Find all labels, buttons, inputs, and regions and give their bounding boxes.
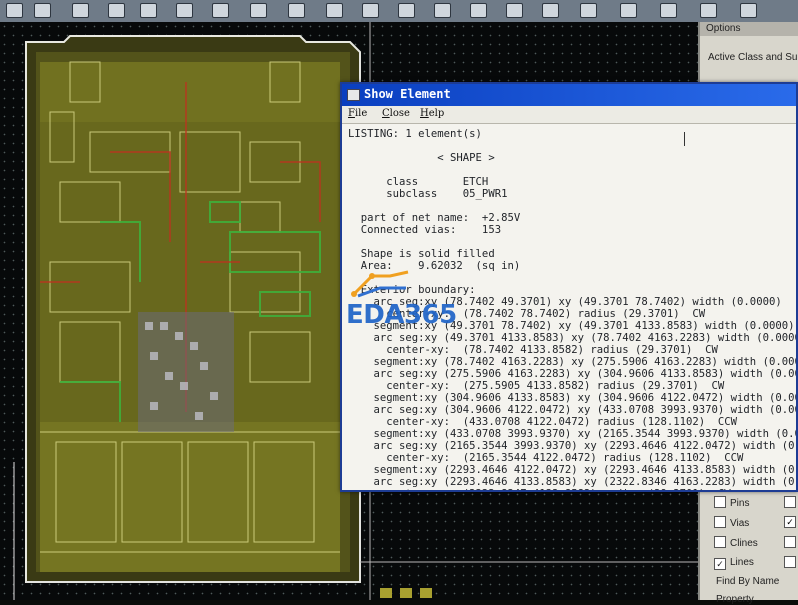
find-by-name-label: Find By Name (716, 576, 780, 587)
right-filter-checkbox[interactable] (784, 496, 796, 508)
toolbar-tool-icon[interactable] (620, 3, 637, 18)
listing-line: subclass 05_PWR1 (348, 188, 508, 200)
toolbar-tool-icon[interactable] (250, 3, 267, 18)
right-filter-checkbox[interactable] (784, 556, 796, 568)
pins-checkbox[interactable] (714, 496, 726, 508)
toolbar-tool-icon[interactable] (580, 3, 597, 18)
menu-help[interactable]: Help (420, 108, 444, 119)
toolbar-tool-icon[interactable] (176, 3, 193, 18)
toolbar-tool-icon[interactable] (34, 3, 51, 18)
toolbar-tool-icon[interactable] (740, 3, 757, 18)
toolbar-tool-icon[interactable] (6, 3, 23, 18)
window-app-icon (347, 89, 360, 101)
toolbar-tool-icon[interactable] (542, 3, 559, 18)
toolbar-tool-icon[interactable] (434, 3, 451, 18)
listing-line: center-xy: (78.7402 4133.8582) radius (2… (348, 344, 718, 356)
toolbar-tool-icon[interactable] (470, 3, 487, 18)
listing-line: arc seg:xy (2165.3544 3993.9370) xy (229… (348, 440, 797, 452)
toolbar-tool-icon[interactable] (140, 3, 157, 18)
listing-line: segment:xy (433.0708 3993.9370) xy (2165… (348, 428, 797, 440)
listing-line: Connected vias: 153 (348, 224, 502, 236)
listing-line: < SHAPE > (348, 152, 495, 164)
text-cursor-icon (684, 132, 687, 146)
listing-line: part of net name: +2.85V (348, 212, 521, 224)
listing-line: center-xy: (2322.8347 4133.8582) radius … (348, 488, 730, 490)
find-filter-clines[interactable]: Clines (714, 536, 758, 550)
find-filter-lines[interactable]: ✓ Lines (714, 556, 754, 570)
toolbar-tool-icon[interactable] (108, 3, 125, 18)
toolbar-tool-icon[interactable] (506, 3, 523, 18)
right-filter-checkbox[interactable] (784, 536, 796, 548)
toolbar-tool-icon[interactable] (700, 3, 717, 18)
toolbar-tool-icon[interactable] (326, 3, 343, 18)
watermark-logo-icon (351, 270, 409, 298)
toolbar-tool-icon[interactable] (212, 3, 229, 18)
toolbar-tool-icon[interactable] (660, 3, 677, 18)
watermark-text: EDA365 (346, 300, 457, 330)
right-filter-checkbox[interactable]: ✓ (784, 516, 796, 528)
listing-line: center-xy: (2165.3544 4122.0472) radius … (348, 452, 744, 464)
listing-line: class ETCH (348, 176, 489, 188)
active-class-label: Active Class and Subclass: (708, 52, 798, 63)
listing-line: center-xy: (275.5905 4133.8582) radius (… (348, 380, 725, 392)
listing-line: arc seg:xy (275.5906 4163.2283) xy (304.… (348, 368, 797, 380)
listing-line: LISTING: 1 element(s) (348, 128, 482, 140)
listing-line: arc seg:xy (2293.4646 4133.8583) xy (232… (348, 476, 797, 488)
toolbar-tool-icon[interactable] (72, 3, 89, 18)
find-filter-vias[interactable]: Vias (714, 516, 749, 530)
listing-line: arc seg:xy (304.9606 4122.0472) xy (433.… (348, 404, 797, 416)
main-toolbar (0, 0, 798, 23)
listing-line: center-xy: (433.0708 4122.0472) radius (… (348, 416, 738, 428)
menu-file[interactable]: File (348, 108, 367, 119)
clines-checkbox[interactable] (714, 536, 726, 548)
toolbar-tool-icon[interactable] (362, 3, 379, 18)
title-bar[interactable]: Show Element (342, 84, 796, 106)
listing-line: segment:xy (78.7402 4163.2283) xy (275.5… (348, 356, 797, 368)
options-panel-title: Options (700, 22, 798, 36)
toolbar-tool-icon[interactable] (288, 3, 305, 18)
listing-line: Shape is solid filled (348, 248, 495, 260)
vias-checkbox[interactable] (714, 516, 726, 528)
toolbar-tool-icon[interactable] (398, 3, 415, 18)
menu-close[interactable]: Close (382, 108, 410, 119)
listing-line: arc seg:xy (49.3701 4133.8583) xy (78.74… (348, 332, 797, 344)
menu-bar: File Close Help (342, 106, 796, 124)
find-filter-pins[interactable]: Pins (714, 496, 749, 510)
window-title: Show Element (364, 87, 451, 101)
lines-checkbox[interactable]: ✓ (714, 558, 726, 570)
listing-line: segment:xy (2293.4646 4122.0472) xy (229… (348, 464, 797, 476)
listing-line: segment:xy (304.9606 4133.8583) xy (304.… (348, 392, 797, 404)
